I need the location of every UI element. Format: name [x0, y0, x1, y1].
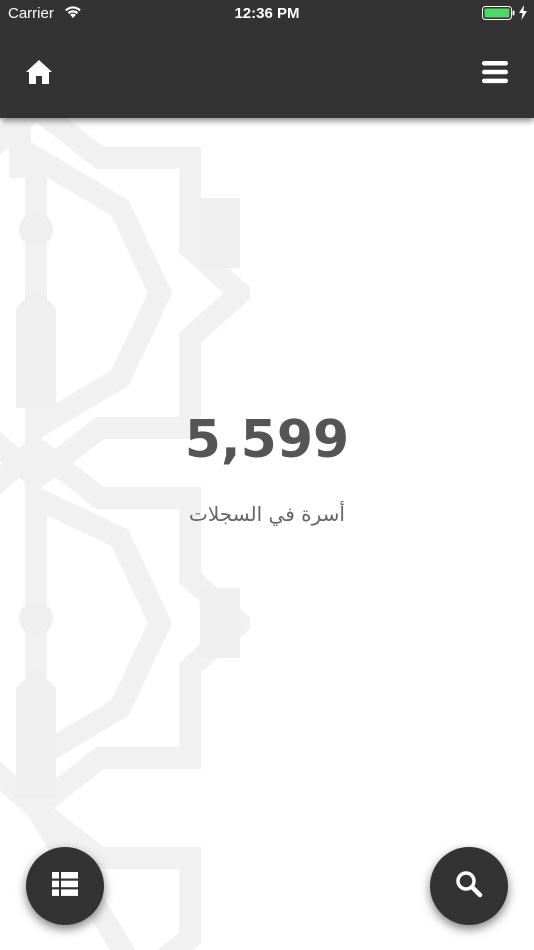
- menu-button[interactable]: [478, 58, 512, 90]
- hamburger-menu-icon: [481, 59, 509, 89]
- search-button[interactable]: [430, 847, 508, 925]
- status-bar: Carrier 12:36 PM: [0, 0, 534, 28]
- status-time: 12:36 PM: [234, 5, 300, 22]
- app-header: Carrier 12:36 PM: [0, 0, 534, 118]
- home-button[interactable]: [22, 58, 56, 90]
- search-icon: [455, 870, 483, 902]
- list-icon: [51, 871, 79, 901]
- list-button[interactable]: [26, 847, 104, 925]
- charging-icon: [518, 5, 528, 24]
- home-icon: [25, 59, 53, 89]
- family-count: 5,599: [184, 410, 350, 470]
- battery-icon: [482, 6, 516, 25]
- decorative-pattern: [0, 93, 257, 950]
- family-count-label: أسرة في السجلات: [189, 502, 345, 526]
